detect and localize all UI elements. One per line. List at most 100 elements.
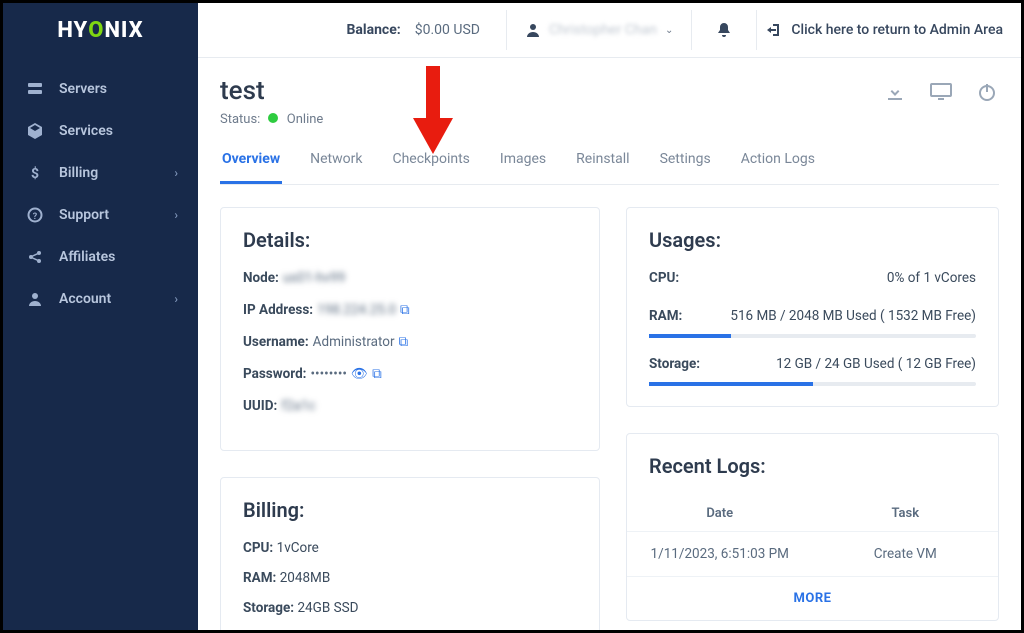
bell-icon: [716, 22, 732, 38]
return-admin-link[interactable]: Click here to return to Admin Area: [767, 22, 1003, 38]
usages-heading: Usages:: [649, 228, 976, 252]
username-value: Administrator: [313, 334, 395, 350]
console-button[interactable]: [929, 80, 953, 104]
balance-value: $0.00 USD: [415, 22, 480, 38]
brand-post: NIX: [104, 18, 143, 43]
brand-pre: HY: [57, 18, 88, 43]
usages-card: Usages: CPU: 0% of 1 vCores RAM: 516 MB / …: [626, 207, 999, 407]
usage-ram-value: 516 MB / 2048 MB Used ( 1532 MB Free): [730, 308, 976, 324]
chevron-right-icon: ›: [174, 208, 178, 222]
share-icon: [23, 249, 47, 265]
sidebar-item-label: Servers: [59, 81, 107, 97]
details-heading: Details:: [243, 228, 577, 252]
cube-icon: [23, 123, 47, 139]
main-content: test Status: Online Overview Network Che…: [198, 58, 1021, 630]
log-date: 1/11/2023, 6:51:03 PM: [627, 532, 813, 576]
tab-images[interactable]: Images: [498, 151, 548, 184]
password-value: ••••••••: [310, 366, 346, 382]
signout-icon: [767, 22, 783, 38]
chevron-right-icon: ›: [174, 292, 178, 306]
billing-heading: Billing:: [243, 498, 577, 522]
sidebar-item-label: Affiliates: [59, 249, 115, 265]
divider: [506, 10, 507, 50]
svg-text:?: ?: [33, 212, 38, 222]
uuid-label: UUID:: [243, 398, 277, 414]
sidebar-item-servers[interactable]: Servers: [3, 68, 198, 110]
copy-username-button[interactable]: ⧉: [399, 334, 409, 350]
vm-status: Status: Online: [220, 112, 323, 127]
sidebar-item-label: Services: [59, 123, 113, 139]
server-icon: [23, 81, 47, 97]
status-value: Online: [287, 112, 324, 127]
monitor-icon: [930, 82, 952, 102]
chevron-right-icon: ›: [174, 166, 178, 180]
usage-cpu-label: CPU:: [649, 270, 679, 286]
chevron-down-icon: ⌄: [665, 25, 673, 36]
download-button[interactable]: [883, 80, 907, 104]
sidebar-item-label: Billing: [59, 165, 98, 181]
node-label: Node:: [243, 270, 279, 286]
brand-accent: O: [88, 18, 104, 43]
status-label: Status:: [220, 112, 260, 127]
user-icon: [23, 291, 47, 307]
billing-cpu-label: CPU:: [243, 540, 273, 556]
sidebar-item-account[interactable]: Account ›: [3, 278, 198, 320]
vm-title: test: [220, 76, 323, 106]
svg-text:$: $: [31, 165, 39, 181]
tab-overview[interactable]: Overview: [220, 151, 282, 184]
usage-ram-bar: [649, 334, 976, 338]
sidebar-item-services[interactable]: Services: [3, 110, 198, 152]
password-label: Password:: [243, 366, 306, 382]
brand-logo[interactable]: HYONIX: [3, 3, 198, 58]
billing-storage-label: Storage:: [243, 600, 294, 616]
logs-more-link[interactable]: MORE: [627, 576, 998, 620]
tab-network[interactable]: Network: [308, 151, 364, 184]
divider: [756, 10, 757, 50]
tab-action-logs[interactable]: Action Logs: [739, 151, 817, 184]
copy-password-button[interactable]: ⧉: [372, 366, 382, 382]
usage-cpu-value: 0% of 1 vCores: [887, 270, 976, 286]
divider: [691, 10, 692, 50]
ip-value: 198.224.25.0: [317, 302, 396, 318]
sidebar-item-support[interactable]: ? Support ›: [3, 194, 198, 236]
usage-storage-value: 12 GB / 24 GB Used ( 12 GB Free): [776, 356, 976, 372]
username-label: Username:: [243, 334, 309, 350]
sidebar: HYONIX Servers Services $ Billing › ? Su…: [3, 3, 198, 630]
usage-storage-label: Storage:: [649, 356, 700, 372]
sidebar-item-billing[interactable]: $ Billing ›: [3, 152, 198, 194]
logs-heading: Recent Logs:: [627, 454, 998, 478]
log-row: 1/11/2023, 6:51:03 PM Create VM: [627, 531, 998, 576]
logs-col-date: Date: [627, 496, 813, 531]
user-icon: [525, 22, 541, 38]
power-icon: [977, 82, 997, 102]
billing-storage-value: 24GB SSD: [297, 600, 358, 616]
power-button[interactable]: [975, 80, 999, 104]
sidebar-item-label: Support: [59, 207, 109, 223]
sidebar-item-label: Account: [59, 291, 111, 307]
topbar: Balance: $0.00 USD Christopher Chan ⌄ Cl…: [198, 3, 1021, 58]
uuid-value: f2a1c: [281, 398, 315, 414]
recent-logs-card: Recent Logs: Date Task 1/11/2023, 6:51:0…: [626, 433, 999, 621]
usage-ram-label: RAM:: [649, 308, 682, 324]
tab-checkpoints[interactable]: Checkpoints: [390, 151, 471, 184]
billing-ram-label: RAM:: [243, 570, 276, 586]
sidebar-item-affiliates[interactable]: Affiliates: [3, 236, 198, 278]
return-admin-text: Click here to return to Admin Area: [791, 22, 1003, 38]
logs-col-task: Task: [813, 496, 999, 531]
reveal-password-button[interactable]: 👁: [351, 366, 368, 382]
usage-storage-bar: [649, 382, 976, 386]
logs-header-row: Date Task: [627, 496, 998, 531]
notifications-button[interactable]: [702, 22, 746, 38]
log-task: Create VM: [813, 532, 999, 576]
user-dropdown[interactable]: Christopher Chan ⌄: [517, 22, 681, 38]
ip-label: IP Address:: [243, 302, 313, 318]
download-icon: [885, 82, 905, 102]
tab-settings[interactable]: Settings: [658, 151, 713, 184]
node-value: us01-hv99: [283, 270, 345, 286]
user-name: Christopher Chan: [549, 22, 657, 38]
billing-ram-value: 2048MB: [280, 570, 331, 586]
copy-ip-button[interactable]: ⧉: [400, 302, 410, 318]
status-indicator-icon: [268, 113, 278, 123]
balance-label: Balance:: [346, 22, 400, 38]
tab-reinstall[interactable]: Reinstall: [574, 151, 631, 184]
